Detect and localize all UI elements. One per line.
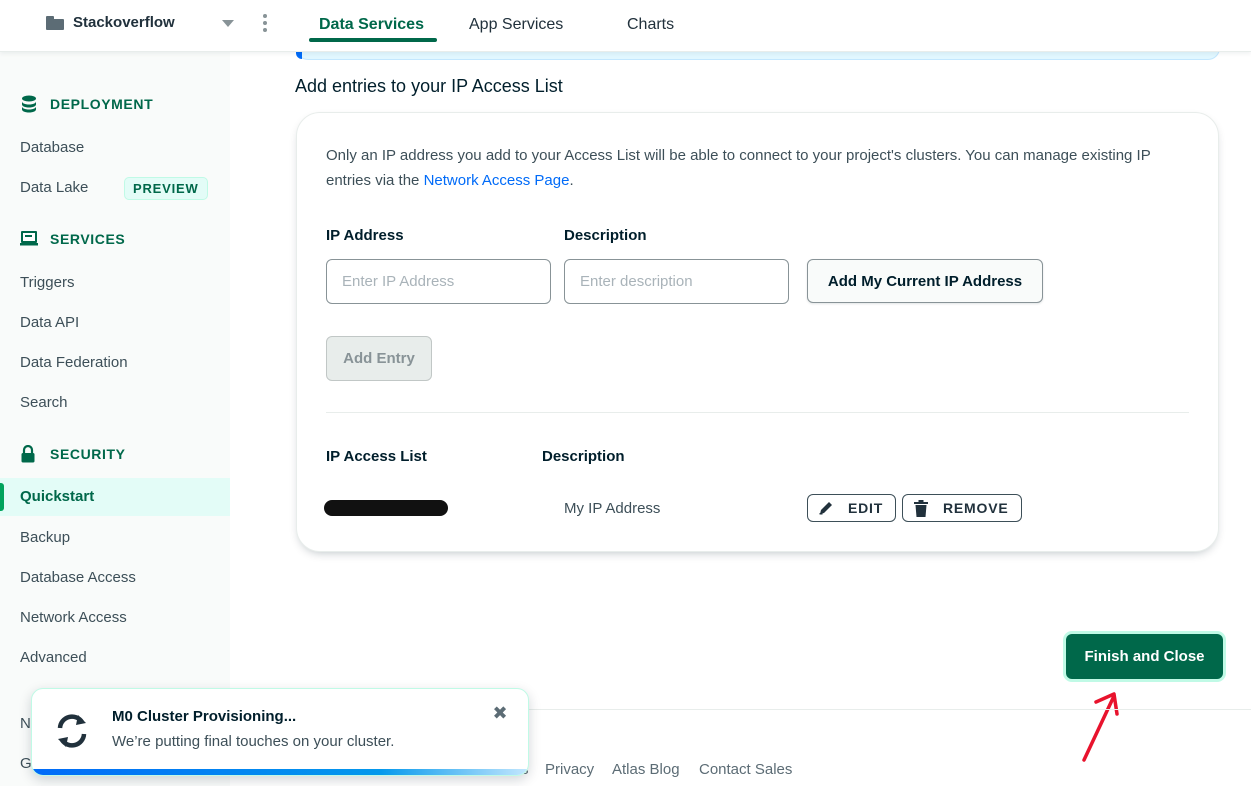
sidebar-item-backup[interactable]: Backup <box>20 529 70 546</box>
divider <box>326 412 1189 413</box>
sidebar-item-database[interactable]: Database <box>20 139 84 156</box>
page-title: Add entries to your IP Access List <box>295 76 563 96</box>
edit-label: EDIT <box>848 500 884 516</box>
sidebar-item-advanced[interactable]: Advanced <box>20 649 87 666</box>
toast-progress-bar <box>32 769 528 775</box>
remove-label: REMOVE <box>943 500 1009 516</box>
chevron-down-icon[interactable] <box>222 20 234 27</box>
sidebar-heading: DEPLOYMENT <box>50 96 154 112</box>
project-name: Stackoverflow <box>73 14 175 31</box>
database-icon <box>20 95 40 113</box>
refresh-icon <box>57 714 87 748</box>
ip-address-label: IP Address <box>326 227 404 244</box>
ip-description-cell: My IP Address <box>564 500 661 517</box>
ip-address-input[interactable] <box>326 259 551 304</box>
red-annotation-arrow-icon <box>1082 692 1119 762</box>
sidebar-item-database-access[interactable]: Database Access <box>20 569 136 586</box>
sidebar-item-partial[interactable]: N <box>20 715 31 732</box>
close-icon[interactable]: ✖ <box>491 703 509 723</box>
description-header: Description <box>542 448 625 465</box>
toast-message: We’re putting final touches on your clus… <box>112 733 395 750</box>
intro-text-end: . <box>569 172 574 189</box>
footer-link-contact-sales[interactable]: Contact Sales <box>699 761 792 778</box>
edit-button[interactable]: EDIT <box>807 494 896 522</box>
redacted-ip-address <box>324 500 448 516</box>
tab-charts[interactable]: Charts <box>627 16 674 34</box>
sidebar-item-search[interactable]: Search <box>20 394 68 411</box>
remove-button[interactable]: REMOVE <box>902 494 1022 522</box>
ip-access-list-header: IP Access List <box>326 448 427 465</box>
folder-icon <box>46 15 64 30</box>
laptop-icon <box>20 230 40 248</box>
footer-link-atlas-blog[interactable]: Atlas Blog <box>612 761 680 778</box>
pencil-icon <box>819 502 832 515</box>
tab-data-services[interactable]: Data Services <box>319 16 424 34</box>
tab-app-services[interactable]: App Services <box>469 16 563 34</box>
more-options-icon[interactable] <box>262 14 268 34</box>
project-selector[interactable]: Stackoverflow <box>46 14 175 31</box>
active-tab-indicator <box>309 38 437 42</box>
finish-and-close-button[interactable]: Finish and Close <box>1066 634 1223 679</box>
sidebar-item-label: Quickstart <box>20 488 95 505</box>
sidebar: DEPLOYMENT Database Data Lake PREVIEW SE… <box>0 52 230 786</box>
sidebar-heading: SERVICES <box>50 231 126 247</box>
trash-icon <box>914 499 928 517</box>
sidebar-item-partial[interactable]: G <box>20 755 32 772</box>
sidebar-item-quickstart[interactable]: Quickstart <box>0 478 230 516</box>
top-bar: Stackoverflow Data Services App Services… <box>0 0 1251 52</box>
lock-icon <box>20 444 40 463</box>
sidebar-heading: SECURITY <box>50 446 126 462</box>
sidebar-item-data-federation[interactable]: Data Federation <box>20 354 128 371</box>
add-current-ip-button[interactable]: Add My Current IP Address <box>807 259 1043 303</box>
footer-link-privacy[interactable]: Privacy <box>545 761 594 778</box>
toast-title: M0 Cluster Provisioning... <box>112 708 297 725</box>
sidebar-item-network-access[interactable]: Network Access <box>20 609 127 626</box>
description-input[interactable] <box>564 259 789 304</box>
intro-text: Only an IP address you add to your Acces… <box>326 143 1196 193</box>
preview-badge: PREVIEW <box>124 177 208 200</box>
sidebar-item-triggers[interactable]: Triggers <box>20 274 74 291</box>
sidebar-item-data-lake[interactable]: Data Lake <box>20 179 88 196</box>
network-access-link[interactable]: Network Access Page <box>424 172 570 189</box>
add-entry-button[interactable]: Add Entry <box>326 336 432 381</box>
sidebar-item-data-api[interactable]: Data API <box>20 314 79 331</box>
sidebar-section-deployment: DEPLOYMENT <box>20 95 153 113</box>
description-label: Description <box>564 227 647 244</box>
sidebar-section-security: SECURITY <box>20 444 126 463</box>
sidebar-section-services: SERVICES <box>20 230 125 248</box>
provisioning-toast: M0 Cluster Provisioning... We’re putting… <box>31 688 529 776</box>
